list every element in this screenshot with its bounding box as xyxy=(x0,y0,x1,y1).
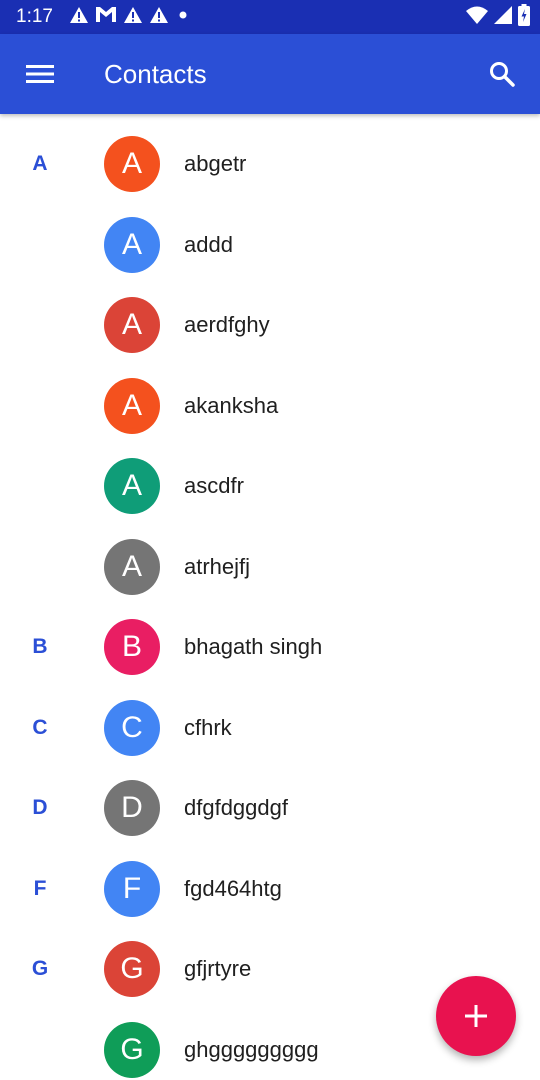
dot-icon xyxy=(176,8,190,27)
avatar: A xyxy=(104,297,160,354)
contact-name: cfhrk xyxy=(184,714,232,740)
section-letter: B xyxy=(32,635,48,659)
app-bar: Contacts xyxy=(0,34,540,114)
contact-name: aerdfghy xyxy=(184,312,270,338)
warning-icon xyxy=(150,6,168,28)
contact-name: dfgfdggdgf xyxy=(184,795,288,821)
contact-list[interactable]: A Aabgetr Aaddd Aaerdfghy Aakanksha Aascdfr Aa… xyxy=(0,114,540,1080)
avatar: A xyxy=(104,216,160,273)
contact-row[interactable]: Aatrhejfj xyxy=(0,527,540,608)
status-bar: 1:17 xyxy=(0,0,540,34)
status-time: 1:17 xyxy=(16,6,53,27)
section-letter: G xyxy=(31,957,49,981)
contact-name: atrhejfj xyxy=(184,553,251,579)
contact-row[interactable]: Aaerdfghy xyxy=(0,285,540,366)
warning-icon xyxy=(70,6,88,28)
signal-icon xyxy=(494,5,512,29)
wifi-icon xyxy=(466,6,488,29)
avatar: G xyxy=(104,941,160,998)
section-letter: A xyxy=(32,152,48,176)
avatar: G xyxy=(104,1021,160,1078)
contact-row[interactable]: Aakanksha xyxy=(0,366,540,447)
contact-name: gfjrtyre xyxy=(184,956,252,982)
contact-row[interactable]: D Ddfgfdggdgf xyxy=(0,768,540,849)
contact-name: ascdfr xyxy=(184,473,244,499)
avatar: A xyxy=(104,136,160,193)
contact-name: abgetr xyxy=(184,151,247,177)
contact-row[interactable]: C Ccfhrk xyxy=(0,688,540,769)
plus-icon xyxy=(465,1005,487,1027)
avatar: F xyxy=(104,860,160,917)
add-contact-button[interactable] xyxy=(436,976,516,1056)
section-letter: D xyxy=(32,796,48,820)
contact-row[interactable]: Aascdfr xyxy=(0,446,540,527)
battery-icon xyxy=(518,3,530,31)
contacts-screen: 1:17 Contacts A A abgetr A addd A aerdfg… xyxy=(0,0,540,1080)
contact-name: fgd464htg xyxy=(184,875,282,901)
notification-icons xyxy=(70,6,190,28)
contact-name: akanksha xyxy=(184,392,279,418)
hamburger-menu-icon[interactable] xyxy=(16,54,64,94)
section-letter: F xyxy=(33,876,47,900)
contact-name: ghggggggggg xyxy=(184,1036,319,1062)
avatar: C xyxy=(104,699,160,756)
avatar: A xyxy=(104,538,160,595)
avatar: D xyxy=(104,780,160,837)
contact-name: bhagath singh xyxy=(184,634,323,660)
contact-row[interactable]: Aaddd xyxy=(0,205,540,286)
section-letter: C xyxy=(32,715,48,739)
contact-row[interactable]: F Ffgd464htg xyxy=(0,849,540,930)
status-right-icons xyxy=(466,3,530,31)
page-title: Contacts xyxy=(104,59,207,89)
warning-icon xyxy=(124,6,142,28)
search-icon[interactable] xyxy=(482,54,522,94)
contact-name: addd xyxy=(184,231,233,257)
contact-row[interactable]: A Aabgetr xyxy=(0,124,540,205)
avatar: A xyxy=(104,458,160,515)
contact-row[interactable]: B Bbhagath singh xyxy=(0,607,540,688)
avatar: B xyxy=(104,619,160,676)
avatar: A xyxy=(104,377,160,434)
gmail-icon xyxy=(96,7,116,27)
